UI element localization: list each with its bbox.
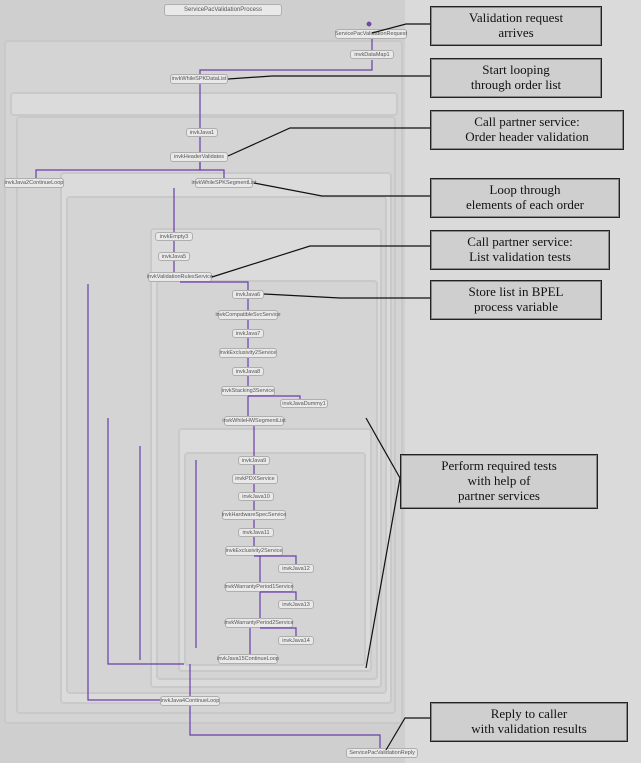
callout-text: Loop throughelements of each order <box>466 182 584 212</box>
scope-slab <box>10 92 398 116</box>
callout-text: Perform required testswith help ofpartne… <box>441 458 557 503</box>
node-wP1[interactable]: invkWarrantyPeriod1Service <box>225 582 293 592</box>
node-java11[interactable]: invkJava11 <box>238 528 274 537</box>
node-whileSeg[interactable]: invkWhileSPKSegmentList <box>195 178 253 188</box>
node-j4cont[interactable]: invkJava4ContinueLoop <box>160 696 220 706</box>
callout-reply: Reply to callerwith validation results <box>430 702 628 742</box>
node-java1[interactable]: invkJava1 <box>186 128 218 137</box>
callout-text: Call partner service:List validation tes… <box>467 234 572 264</box>
node-receive[interactable]: ServicePacValidationRequest <box>335 29 407 39</box>
node-rules[interactable]: invkValidationRulesService <box>148 272 212 282</box>
node-java6[interactable]: invkJava6 <box>232 290 264 299</box>
callout-request-arrives: Validation requestarrives <box>430 6 602 46</box>
callout-text: Reply to callerwith validation results <box>471 706 587 736</box>
node-java8[interactable]: invkJava8 <box>232 367 264 376</box>
callout-loop-elements: Loop throughelements of each order <box>430 178 620 218</box>
callout-list-validation: Call partner service:List validation tes… <box>430 230 610 270</box>
node-java10[interactable]: invkJava10 <box>238 492 274 501</box>
node-j15cont[interactable]: invkJava15ContinueLoop <box>218 654 278 664</box>
node-java14[interactable]: invkJava14 <box>278 636 314 645</box>
node-whileHW[interactable]: invkWhileHWSegmentList <box>224 416 284 426</box>
callout-header-validation: Call partner service:Order header valida… <box>430 110 624 150</box>
node-dummy1[interactable]: invkJavaDummy1 <box>280 399 328 408</box>
bpel-canvas: ServicePacValidationProcess ServicePacVa… <box>0 0 641 763</box>
callout-text: Call partner service:Order header valida… <box>465 114 588 144</box>
callout-text: Store list in BPELprocess variable <box>469 284 564 314</box>
receive-icon <box>365 20 373 28</box>
node-excl2[interactable]: invkExclusivity2Service <box>219 348 277 358</box>
node-compSvc[interactable]: invkCompatibleSvcService <box>218 310 278 320</box>
node-java13[interactable]: invkJava13 <box>278 600 314 609</box>
node-stack3[interactable]: invkStacking3Service <box>221 386 275 396</box>
node-empty3[interactable]: invkEmpty3 <box>155 232 193 241</box>
scope-8 <box>184 452 366 666</box>
node-map1[interactable]: invkDataMap1 <box>350 50 394 59</box>
node-pdxSvc[interactable]: invkPDXService <box>232 474 278 484</box>
node-excl2b[interactable]: invkExclusivity2Service <box>225 546 283 556</box>
callout-text: Validation requestarrives <box>469 10 563 40</box>
node-java7[interactable]: invkJava7 <box>232 329 264 338</box>
node-whileSPK[interactable]: invkWhileSPKDataList <box>170 74 228 84</box>
callout-store-variable: Store list in BPELprocess variable <box>430 280 602 320</box>
node-java5[interactable]: invkJava5 <box>158 252 190 261</box>
node-java12[interactable]: invkJava12 <box>278 564 314 573</box>
node-reply[interactable]: ServicePacValidationReply <box>346 748 418 758</box>
process-title: ServicePacValidationProcess <box>164 4 282 16</box>
node-java9[interactable]: invkJava9 <box>238 456 270 465</box>
node-hdrVal[interactable]: invkHeaderValidates <box>170 152 228 162</box>
node-wP2[interactable]: invkWarrantyPeriod2Service <box>225 618 293 628</box>
node-hwSpec[interactable]: invkHardwareSpecService <box>222 510 286 520</box>
callout-start-looping: Start loopingthrough order list <box>430 58 602 98</box>
callout-text: Start loopingthrough order list <box>471 62 561 92</box>
node-j2cont[interactable]: invkJava2ContinueLoop <box>4 178 64 188</box>
callout-perform-tests: Perform required testswith help ofpartne… <box>400 454 598 509</box>
